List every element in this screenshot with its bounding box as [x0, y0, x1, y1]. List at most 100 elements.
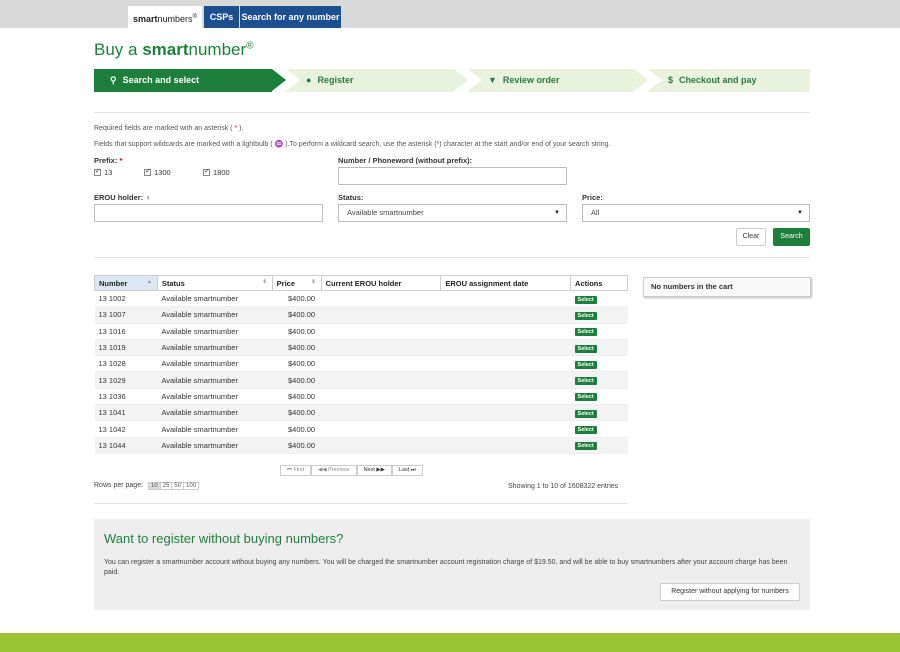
select-button[interactable]: Select — [574, 344, 597, 353]
column-header-number[interactable]: Number ▲ — [94, 275, 158, 291]
holder-cell — [321, 306, 441, 324]
brand-mark: ® — [192, 14, 197, 20]
price-cell: $400.00 — [272, 290, 322, 308]
table-row: 13 1002 Available smartnumber $400.00 Selec… — [94, 290, 628, 308]
wildcard-note: Fields that support wildcards are marked… — [94, 141, 611, 148]
search-button[interactable]: Search — [773, 228, 810, 246]
holder-cell — [321, 420, 441, 438]
price-cell: $400.00 — [272, 371, 322, 389]
prefix-option-label: 1800 — [213, 168, 230, 177]
date-cell — [440, 323, 571, 340]
price-cell: $400.00 — [272, 339, 322, 357]
number-cell: 13 1042 — [94, 420, 158, 438]
column-header-erou-holder: Current EROU holder — [320, 275, 442, 291]
action-cell: Select — [570, 339, 628, 357]
select-button[interactable]: Select — [574, 311, 597, 320]
prefix-option-label: 13 — [104, 168, 113, 177]
column-header-actions: Actions — [570, 275, 628, 291]
next-page-button[interactable]: Next ▶▶ — [356, 465, 392, 476]
action-cell: Select — [570, 437, 628, 454]
previous-page-button[interactable]: ◀◀ Previous — [311, 465, 357, 476]
status-selected-value: Available smartnumber — [347, 208, 424, 217]
action-cell: Select — [570, 355, 628, 373]
step-checkout-and-pay[interactable]: $ Checkout and pay — [648, 69, 810, 92]
number-cell: 13 1016 — [94, 323, 158, 340]
holder-cell — [321, 388, 441, 406]
status-cell: Available smartnumber — [157, 355, 273, 373]
step-label: Review order — [502, 75, 560, 85]
table-row: 13 1029 Available smartnumber $400.00 Selec… — [94, 371, 628, 389]
erou-holder-input[interactable] — [94, 204, 323, 222]
select-button[interactable]: Select — [574, 442, 597, 451]
step-register[interactable]: ● Register — [286, 69, 454, 92]
tab-smartnumbers[interactable]: smartnumbers® — [128, 6, 202, 28]
select-button[interactable]: Select — [574, 393, 597, 402]
register-without-numbers-button[interactable]: Register without applying for numbers — [660, 583, 800, 601]
step-arrow — [634, 69, 648, 91]
price-cell: $400.00 — [272, 420, 322, 438]
step-search-and-select[interactable]: ⚲ Search and select — [94, 69, 272, 92]
status-label: Status: — [338, 193, 364, 202]
status-cell: Available smartnumber — [157, 404, 273, 422]
prefix-checkbox-1300[interactable]: 1300 — [144, 167, 171, 177]
holder-cell — [321, 323, 441, 340]
price-cell: $400.00 — [272, 437, 322, 454]
lightbulb-icon: ♀ — [145, 193, 151, 202]
page-title: Buy a smartnumber® — [94, 40, 254, 60]
action-cell: Select — [570, 290, 628, 308]
rows-option-100[interactable]: 100 — [183, 482, 200, 490]
tab-search-any-number[interactable]: Search for any number — [240, 6, 341, 28]
prefix-label-text: Prefix: — [94, 156, 118, 165]
date-cell — [440, 306, 571, 324]
cart-panel: No numbers in the cart — [643, 277, 811, 297]
header-label: Number — [99, 278, 128, 288]
search-icon: ⚲ — [110, 75, 117, 85]
required-note: Required fields are marked with an aster… — [94, 125, 243, 132]
select-button[interactable]: Select — [574, 295, 597, 304]
select-button[interactable]: Select — [574, 409, 597, 418]
title-mark: ® — [246, 40, 254, 52]
select-button[interactable]: Select — [574, 360, 597, 369]
step-review-order[interactable]: ▼ Review order — [468, 69, 634, 92]
tab-csps[interactable]: CSPs — [204, 6, 239, 28]
step-label: Register — [317, 75, 354, 85]
table-header-row: Number ▲ Status ⇕ Price ⇕ Current EROU hold… — [94, 275, 628, 291]
date-cell — [440, 355, 571, 373]
caret-down-icon: ▼ — [797, 210, 803, 216]
status-cell: Available smartnumber — [157, 420, 273, 438]
select-button[interactable]: Select — [574, 426, 597, 435]
select-button[interactable]: Select — [574, 328, 597, 337]
required-asterisk: * — [234, 125, 238, 132]
first-page-button[interactable]: ⏮ First — [280, 465, 312, 476]
footer-bar — [0, 633, 900, 652]
table-row: 13 1044 Available smartnumber $400.00 Selec… — [94, 437, 628, 454]
top-navigation-bar: smartnumbers® CSPs Search for any number — [0, 0, 900, 28]
title-bold: smart — [142, 40, 189, 59]
number-input[interactable] — [338, 167, 567, 185]
price-cell: $400.00 — [272, 306, 322, 324]
header-label: Status — [161, 278, 185, 288]
price-select[interactable]: All ▼ — [582, 204, 810, 222]
brand-suffix: numbers — [157, 14, 193, 24]
register-text: You can register a smartnumber account w… — [104, 559, 788, 576]
column-header-status[interactable]: Status ⇕ — [156, 275, 273, 291]
holder-cell — [321, 355, 441, 373]
divider — [94, 257, 810, 258]
last-page-button[interactable]: Last ⏭ — [391, 465, 423, 476]
prefix-checkbox-1800[interactable]: 1800 — [203, 167, 230, 177]
step-divider — [286, 69, 300, 91]
prefix-checkbox-13[interactable]: 13 — [94, 167, 113, 177]
clear-button[interactable]: Clear — [736, 228, 766, 246]
checkbox-checked-icon[interactable] — [203, 167, 210, 176]
action-cell: Select — [570, 306, 628, 324]
required-note-text: Required fields are marked with an aster… — [94, 125, 233, 132]
checkbox-checked-icon[interactable] — [144, 167, 151, 176]
select-button[interactable]: Select — [574, 377, 597, 386]
number-cell: 13 1019 — [94, 339, 158, 357]
status-select[interactable]: Available smartnumber ▼ — [338, 204, 567, 222]
user-icon: ● — [306, 75, 312, 85]
checkbox-checked-icon[interactable] — [94, 167, 101, 176]
date-cell — [440, 437, 571, 454]
column-header-price[interactable]: Price ⇕ — [271, 275, 322, 291]
sort-asc-icon: ▲ — [146, 279, 152, 285]
